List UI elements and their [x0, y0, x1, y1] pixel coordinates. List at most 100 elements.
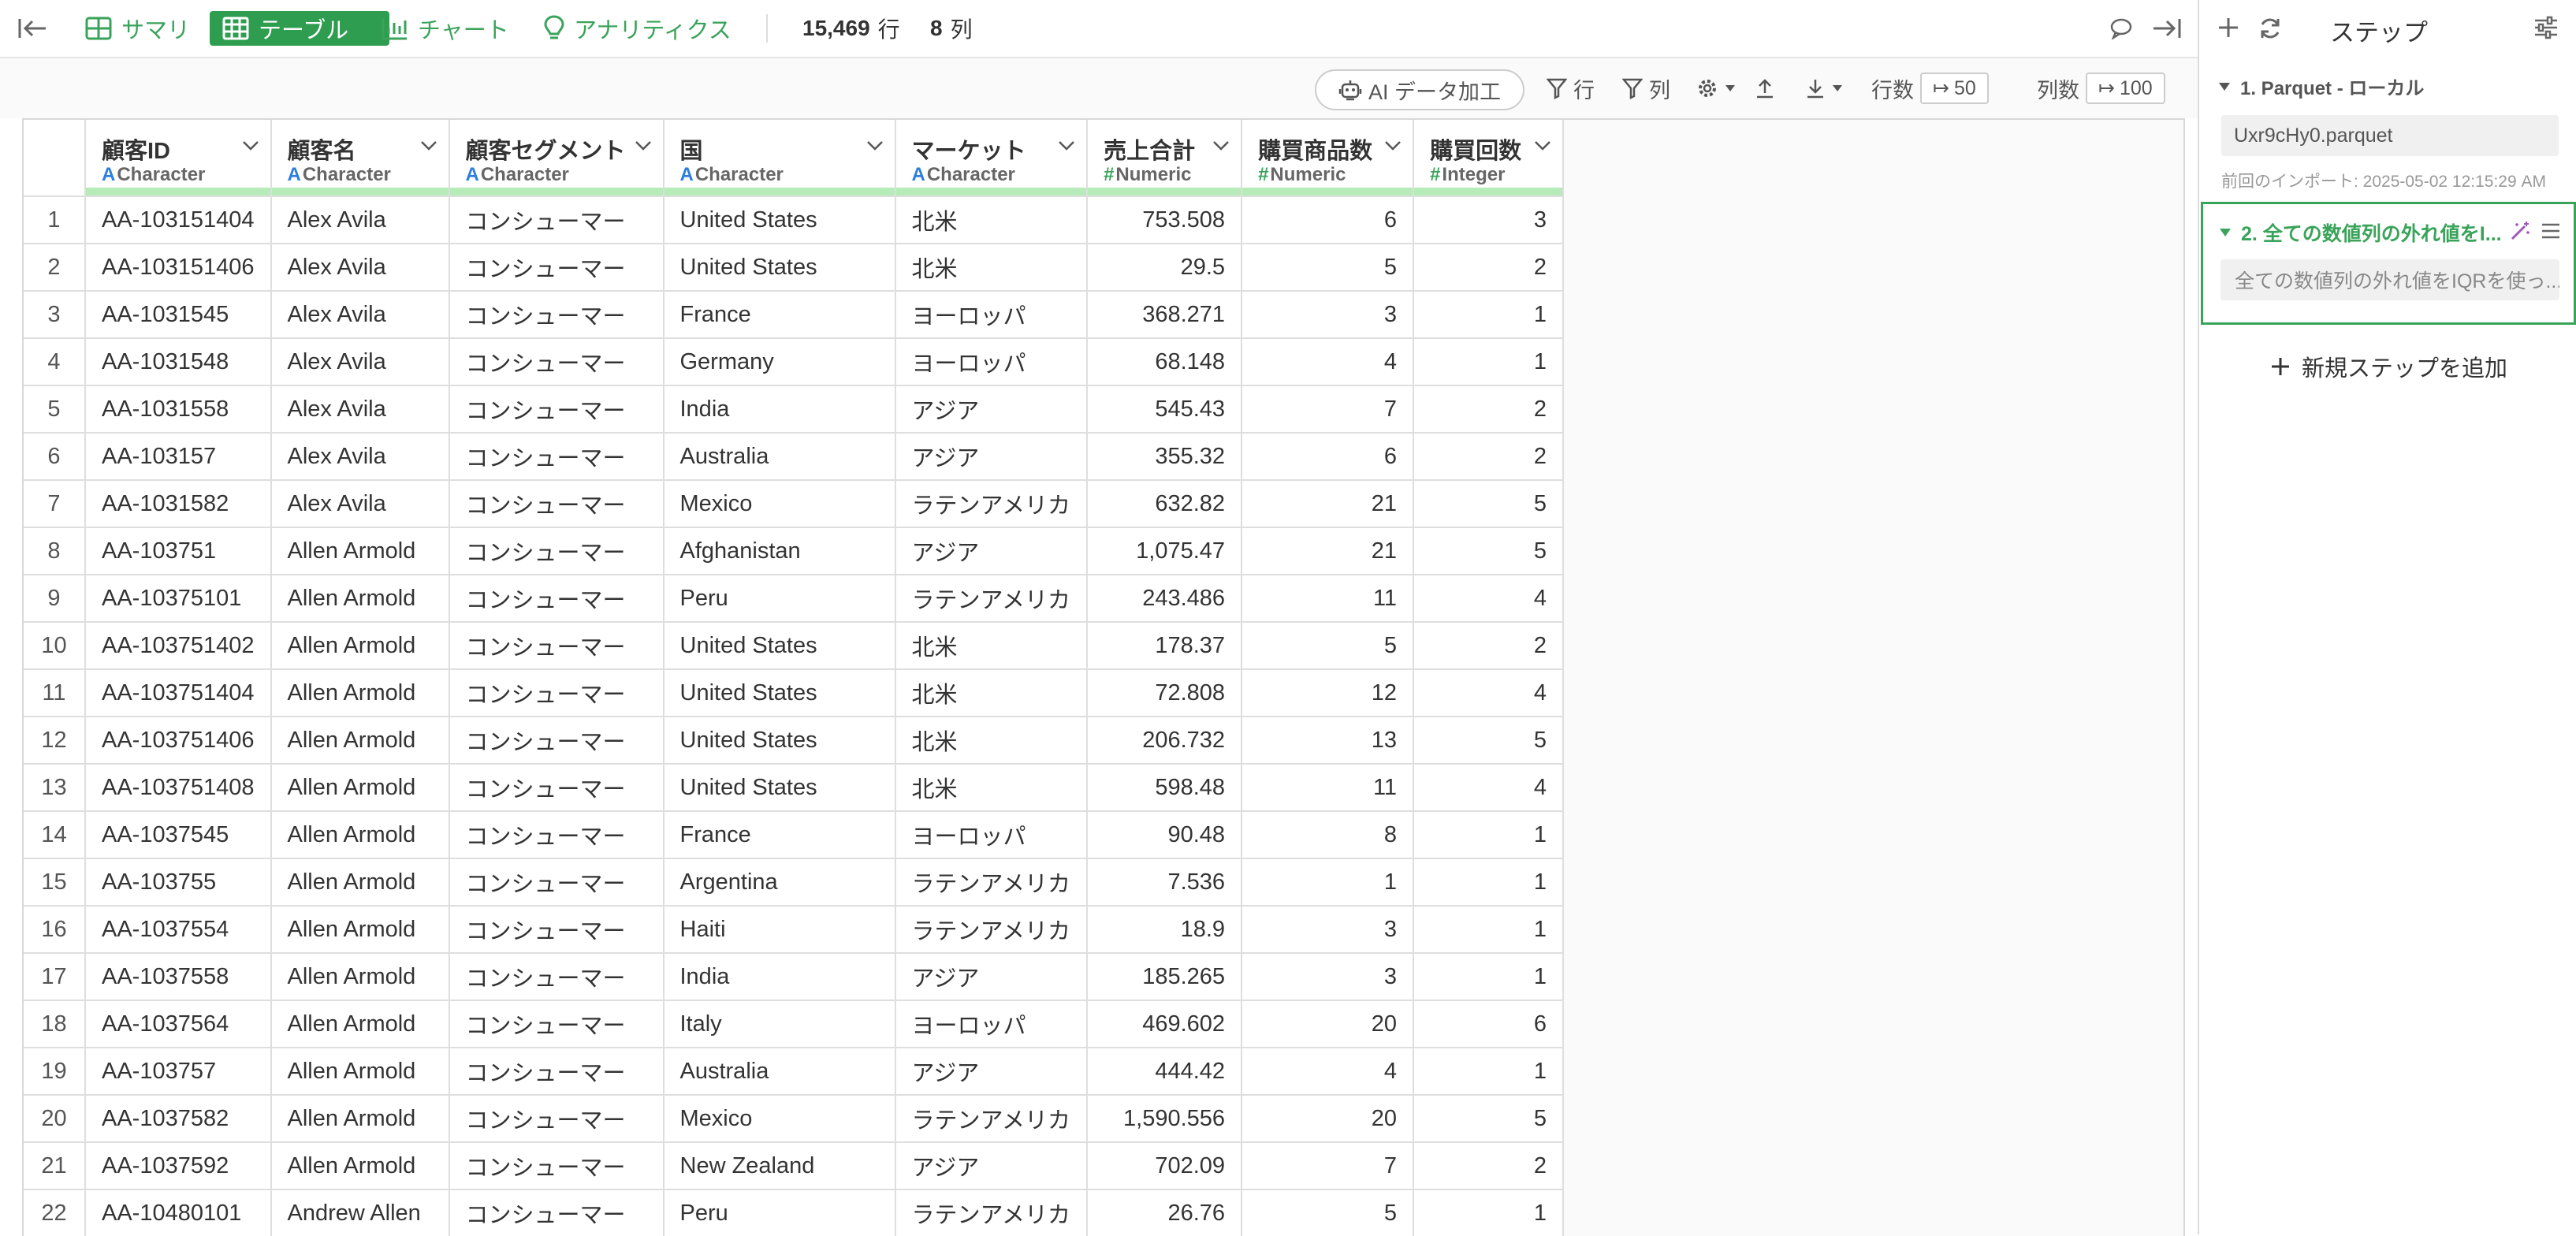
table-cell[interactable]: AA-103751404: [85, 669, 272, 717]
table-cell[interactable]: アジア: [895, 385, 1089, 434]
table-cell[interactable]: 5: [1413, 1095, 1565, 1143]
table-cell[interactable]: Alex Avila: [270, 385, 450, 434]
tab-table[interactable]: テーブル: [210, 11, 389, 46]
table-cell[interactable]: 6: [1241, 433, 1415, 481]
table-cell[interactable]: AA-1037545: [85, 811, 272, 859]
table-cell[interactable]: 7: [1241, 385, 1415, 434]
table-cell[interactable]: コンシューマー: [449, 1000, 664, 1048]
table-cell[interactable]: 21: [1241, 527, 1415, 575]
table-cell[interactable]: AA-1037582: [85, 1095, 272, 1143]
table-cell[interactable]: Allen Armold: [270, 906, 450, 954]
table-cell[interactable]: ヨーロッパ: [895, 1000, 1089, 1048]
table-cell[interactable]: Italy: [663, 1000, 896, 1048]
table-cell[interactable]: Allen Armold: [270, 622, 450, 670]
table-cell[interactable]: ラテンアメリカ: [895, 906, 1089, 954]
table-cell[interactable]: 7: [1241, 1142, 1415, 1190]
table-cell[interactable]: Allen Armold: [270, 953, 450, 1001]
plus-icon[interactable]: [2217, 16, 2240, 39]
table-cell[interactable]: United States: [663, 622, 896, 670]
table-cell[interactable]: 1: [1413, 1048, 1565, 1096]
table-cell[interactable]: コンシューマー: [449, 291, 664, 339]
table-cell[interactable]: 北米: [895, 622, 1089, 670]
column-header[interactable]: 国 ACharacter: [663, 120, 896, 197]
table-cell[interactable]: France: [663, 811, 896, 859]
tab-analytics[interactable]: アナリティクス: [531, 11, 744, 46]
table-cell[interactable]: Alex Avila: [270, 480, 450, 528]
step-1-header[interactable]: 1. Parquet - ローカル: [2218, 73, 2424, 100]
table-cell[interactable]: 2: [1413, 433, 1565, 481]
table-cell[interactable]: 2: [1413, 385, 1565, 434]
table-cell[interactable]: AA-10375101: [85, 575, 272, 623]
table-cell[interactable]: AA-103751406: [85, 717, 272, 765]
table-cell[interactable]: ヨーロッパ: [895, 338, 1089, 386]
table-cell[interactable]: AA-1037592: [85, 1142, 272, 1190]
column-header[interactable]: マーケット ACharacter: [895, 120, 1089, 197]
table-cell[interactable]: アジア: [895, 527, 1089, 575]
table-cell[interactable]: 18.9: [1087, 906, 1243, 954]
table-cell[interactable]: AA-103157: [85, 433, 272, 481]
table-cell[interactable]: 3: [1241, 291, 1415, 339]
step-2-header[interactable]: 2. 全ての数値列の外れ値をI...: [2219, 218, 2502, 247]
table-cell[interactable]: コンシューマー: [449, 244, 664, 292]
settings-sliders-icon[interactable]: [2533, 16, 2559, 39]
table-cell[interactable]: 469.602: [1087, 1000, 1243, 1048]
add-step-button[interactable]: 新規ステップを追加: [2270, 350, 2507, 383]
chevron-down-icon[interactable]: [1384, 140, 1402, 151]
table-cell[interactable]: 1: [1413, 906, 1565, 954]
refresh-icon[interactable]: [2258, 16, 2283, 41]
table-cell[interactable]: AA-10480101: [85, 1189, 272, 1236]
column-header[interactable]: 顧客セグメント ACharacter: [449, 120, 664, 197]
table-cell[interactable]: Alex Avila: [270, 291, 450, 339]
step-1-file[interactable]: Uxr9cHy0.parquet: [2221, 115, 2559, 156]
tab-summary[interactable]: サマリ: [73, 11, 203, 46]
table-cell[interactable]: AA-103751408: [85, 764, 272, 812]
step-2-card[interactable]: 2. 全ての数値列の外れ値をI... 全ての数値列の外れ値をIQRを使っ...: [2201, 202, 2576, 325]
table-cell[interactable]: 753.508: [1087, 196, 1243, 244]
table-cell[interactable]: Allen Armold: [270, 858, 450, 907]
column-limit-input[interactable]: ↦ 100: [2086, 73, 2165, 104]
table-cell[interactable]: アジア: [895, 1142, 1089, 1190]
table-cell[interactable]: United States: [663, 244, 896, 292]
table-cell[interactable]: ラテンアメリカ: [895, 480, 1089, 528]
table-cell[interactable]: AA-1037558: [85, 953, 272, 1001]
table-cell[interactable]: Allen Armold: [270, 1142, 450, 1190]
table-cell[interactable]: 11: [1241, 764, 1415, 812]
table-cell[interactable]: 632.82: [1087, 480, 1243, 528]
table-cell[interactable]: 4: [1241, 1048, 1415, 1096]
menu-icon[interactable]: [2541, 222, 2561, 240]
chevron-down-icon[interactable]: [242, 140, 259, 151]
collapse-left-icon[interactable]: [17, 11, 49, 46]
download-dropdown[interactable]: [1805, 69, 1843, 107]
upload-icon[interactable]: [1755, 69, 1775, 107]
table-cell[interactable]: コンシューマー: [449, 953, 664, 1001]
table-cell[interactable]: Germany: [663, 338, 896, 386]
table-cell[interactable]: コンシューマー: [449, 338, 664, 386]
table-cell[interactable]: アジア: [895, 433, 1089, 481]
table-cell[interactable]: Peru: [663, 1189, 896, 1236]
table-cell[interactable]: 20: [1241, 1095, 1415, 1143]
table-cell[interactable]: 243.486: [1087, 575, 1243, 623]
step-2-description[interactable]: 全ての数値列の外れ値をIQRを使っ...: [2220, 259, 2559, 300]
table-cell[interactable]: 北米: [895, 669, 1089, 717]
table-cell[interactable]: United States: [663, 717, 896, 765]
table-cell[interactable]: ラテンアメリカ: [895, 858, 1089, 907]
table-cell[interactable]: AA-103151404: [85, 196, 272, 244]
table-cell[interactable]: 178.37: [1087, 622, 1243, 670]
table-cell[interactable]: ラテンアメリカ: [895, 1189, 1089, 1236]
table-cell[interactable]: 5: [1413, 717, 1565, 765]
table-cell[interactable]: コンシューマー: [449, 480, 664, 528]
table-cell[interactable]: 北米: [895, 196, 1089, 244]
table-cell[interactable]: Alex Avila: [270, 338, 450, 386]
table-cell[interactable]: コンシューマー: [449, 858, 664, 907]
table-cell[interactable]: 1: [1413, 291, 1565, 339]
table-cell[interactable]: コンシューマー: [449, 622, 664, 670]
table-cell[interactable]: 1: [1413, 953, 1565, 1001]
table-cell[interactable]: Allen Armold: [270, 1095, 450, 1143]
table-cell[interactable]: United States: [663, 669, 896, 717]
table-cell[interactable]: コンシューマー: [449, 433, 664, 481]
table-cell[interactable]: 702.09: [1087, 1142, 1243, 1190]
table-cell[interactable]: 3: [1413, 196, 1565, 244]
table-cell[interactable]: 4: [1413, 669, 1565, 717]
table-cell[interactable]: 29.5: [1087, 244, 1243, 292]
chevron-down-icon[interactable]: [420, 140, 437, 151]
